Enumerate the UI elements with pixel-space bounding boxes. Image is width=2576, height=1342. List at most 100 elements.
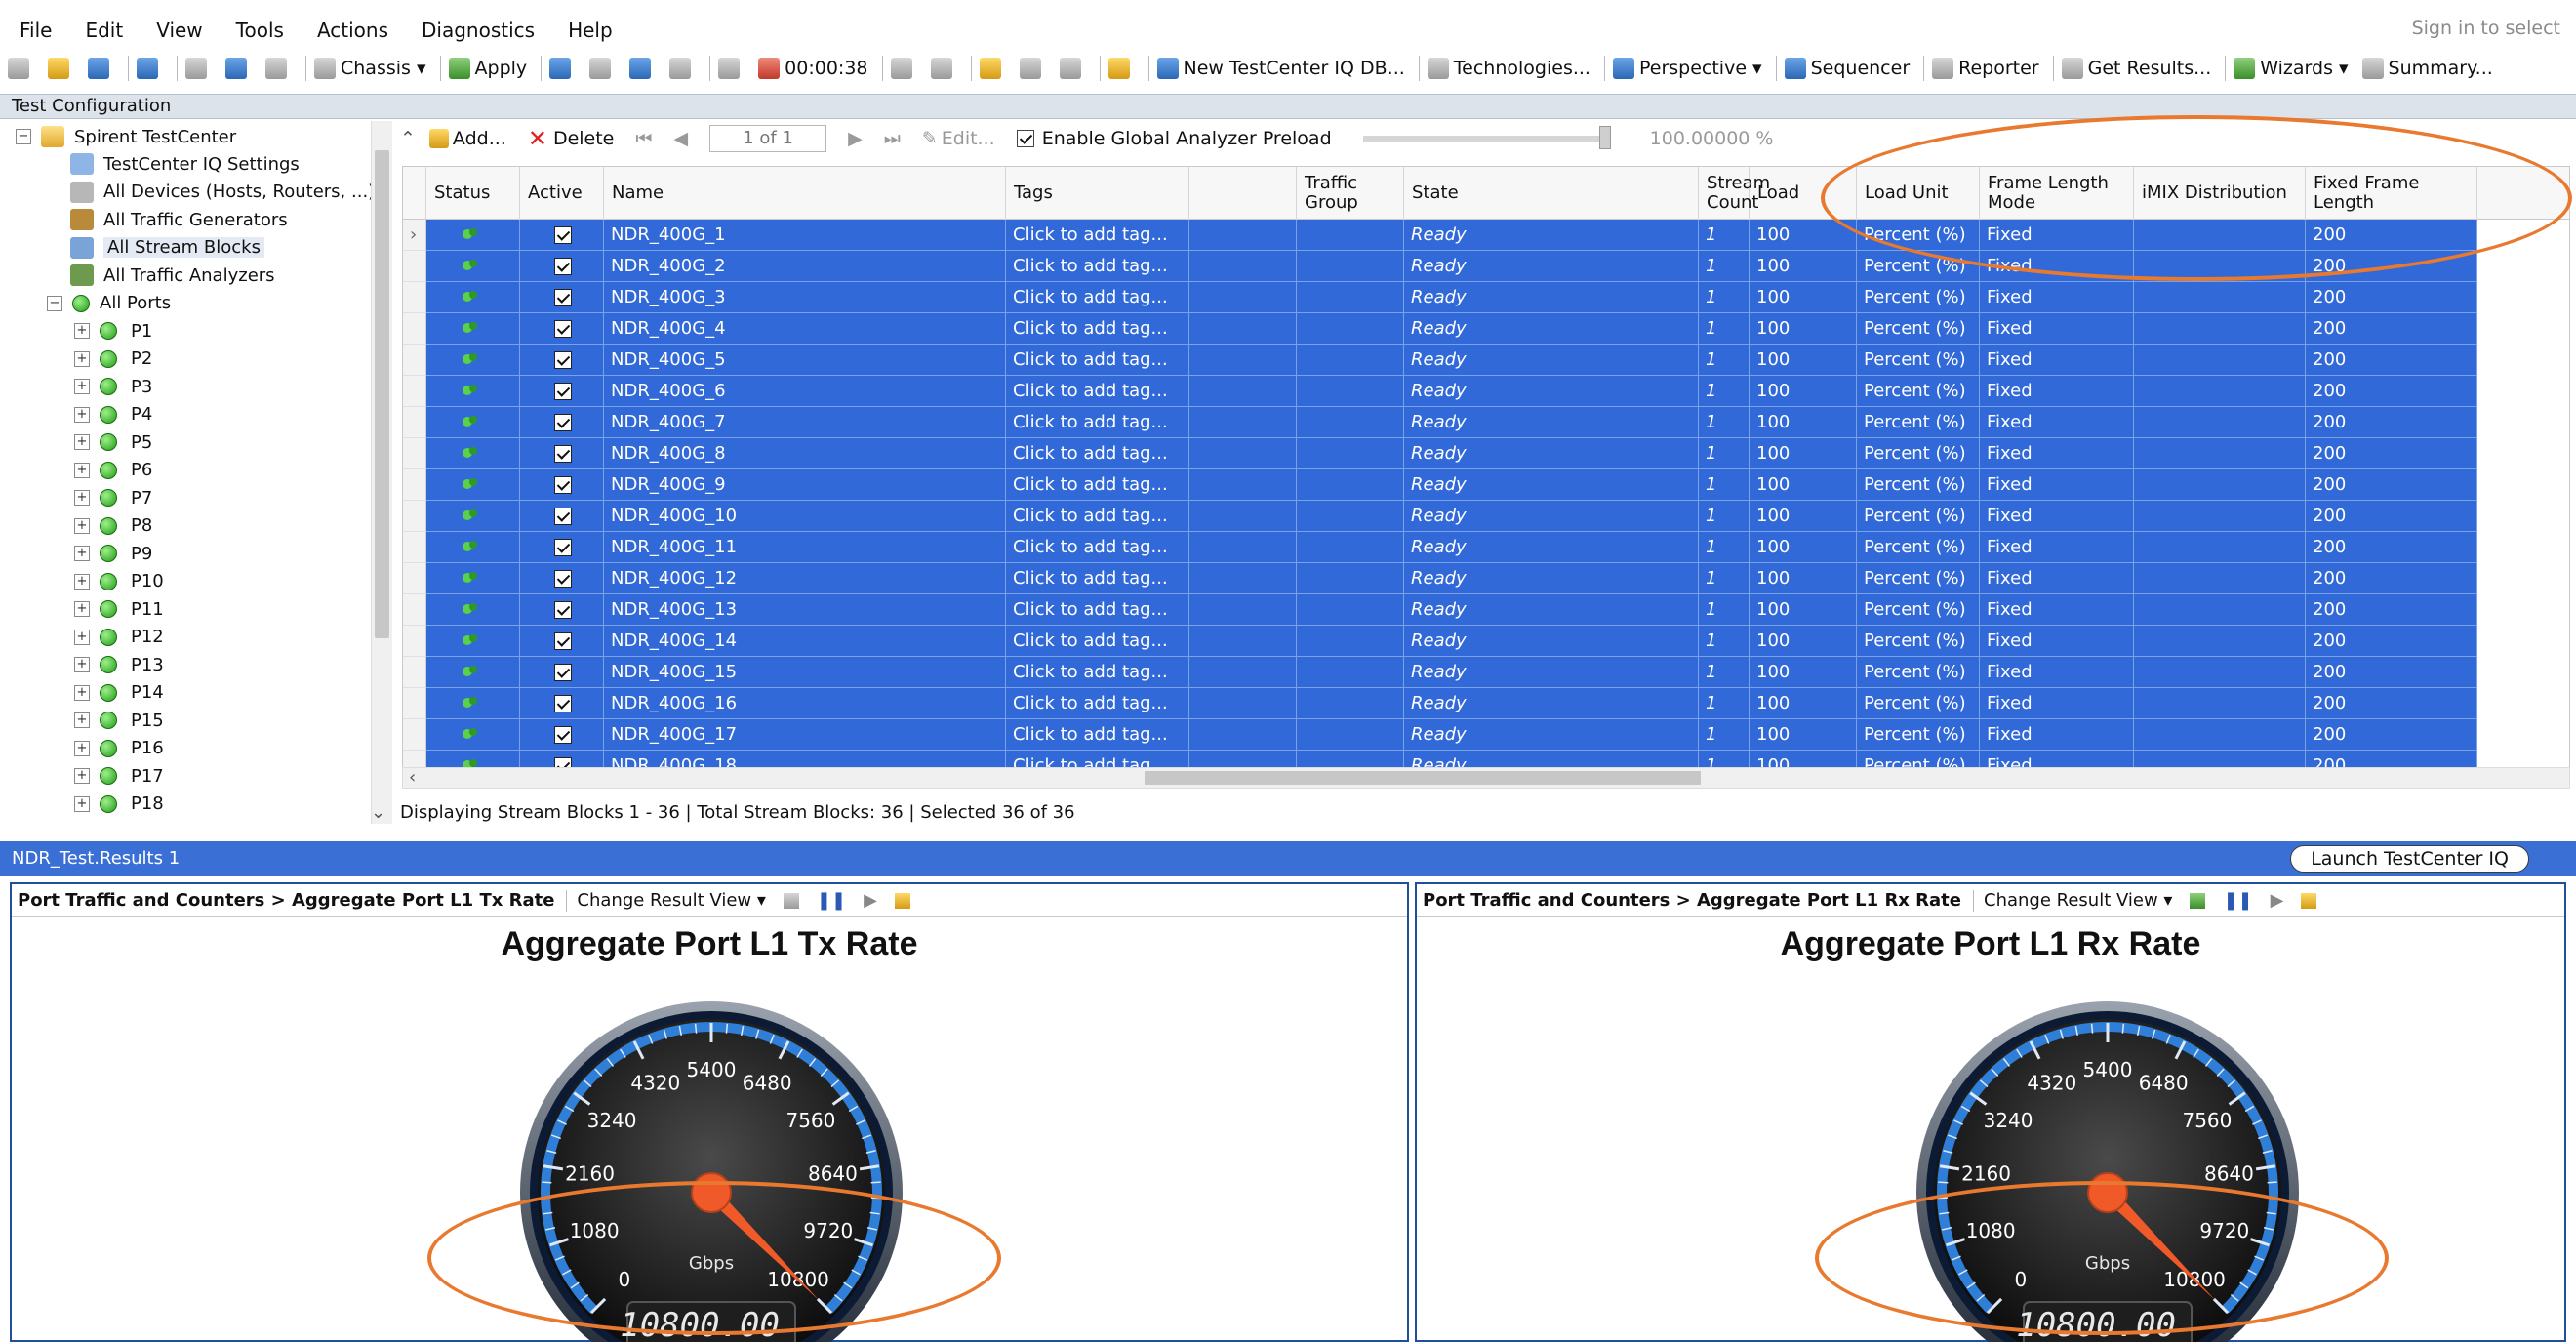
tree-item-port[interactable]: + P9 (74, 540, 152, 567)
tree-scrollbar[interactable] (371, 121, 392, 824)
column-header-active[interactable]: Active (520, 167, 604, 220)
pause-icon[interactable]: ❚❚ (817, 890, 846, 911)
row-selector[interactable] (403, 626, 426, 657)
expand-icon[interactable]: + (74, 350, 90, 367)
row-selector[interactable] (403, 594, 426, 626)
start-traffic-button[interactable] (718, 58, 745, 79)
tx-breadcrumb[interactable]: Port Traffic and Counters > Aggregate Po… (18, 890, 554, 911)
expand-icon[interactable]: + (74, 601, 90, 617)
cell-active[interactable] (520, 251, 604, 282)
tree-item-testcenter-iq-settings[interactable]: TestCenter IQ Settings (70, 150, 300, 178)
tree-item-port[interactable]: + P18 (74, 791, 164, 818)
cell-tags[interactable]: Click to add tag... (1006, 220, 1189, 251)
expand-icon[interactable]: + (74, 434, 90, 450)
column-header-status[interactable]: Status (426, 167, 520, 220)
cell-tags[interactable]: Click to add tag... (1006, 688, 1189, 719)
active-checkbox[interactable] (554, 476, 572, 494)
tree-item-port[interactable]: + P6 (74, 457, 152, 484)
table-row[interactable]: NDR_400G_4 Click to add tag... Ready 1 100 Pe… (403, 313, 2569, 345)
table-row[interactable]: NDR_400G_8 Click to add tag... Ready 1 100 Pe… (403, 438, 2569, 469)
cell-tags[interactable]: Click to add tag... (1006, 626, 1189, 657)
cell-active[interactable] (520, 563, 604, 594)
expand-icon[interactable]: + (74, 323, 90, 339)
open-button[interactable] (48, 58, 74, 79)
cut-button[interactable] (185, 58, 212, 79)
table-row[interactable]: NDR_400G_14 Click to add tag... Ready 1 100 P… (403, 626, 2569, 657)
expand-icon[interactable]: + (74, 657, 90, 672)
expand-icon[interactable]: + (74, 573, 90, 590)
first-page-button[interactable]: ⏮ (635, 128, 652, 149)
sign-in-link[interactable]: Sign in to select (2412, 18, 2560, 39)
active-checkbox[interactable] (554, 601, 572, 619)
table-row[interactable]: NDR_400G_10 Click to add tag... Ready 1 100 P… (403, 501, 2569, 532)
expand-icon[interactable]: + (74, 379, 90, 394)
menu-help[interactable]: Help (568, 19, 613, 42)
last-page-button[interactable]: ⏭ (884, 128, 901, 149)
expand-icon[interactable]: + (74, 795, 90, 812)
clipboard-button[interactable] (1107, 58, 1135, 79)
tree-item-port[interactable]: + P1 (74, 317, 152, 345)
paste-button[interactable] (265, 58, 292, 79)
cell-tags[interactable]: Click to add tag... (1006, 438, 1189, 469)
active-checkbox[interactable] (554, 726, 572, 744)
cell-tags[interactable]: Click to add tag... (1006, 407, 1189, 438)
column-header-traffic-group[interactable]: Traffic Group (1297, 167, 1404, 220)
expand-icon[interactable]: + (74, 684, 90, 701)
cell-active[interactable] (520, 220, 604, 251)
active-checkbox[interactable] (554, 570, 572, 588)
active-checkbox[interactable] (554, 632, 572, 650)
cell-active[interactable] (520, 501, 604, 532)
row-selector[interactable] (403, 657, 426, 688)
cell-active[interactable] (520, 438, 604, 469)
clipboard-icon[interactable] (2301, 892, 2317, 909)
active-checkbox[interactable] (554, 414, 572, 431)
stream-button[interactable] (629, 58, 656, 79)
expand-icon[interactable]: + (74, 740, 90, 756)
cell-active[interactable] (520, 719, 604, 751)
row-selector[interactable] (403, 532, 426, 563)
scroll-left-icon[interactable]: ‹ (409, 767, 416, 788)
table-row[interactable]: NDR_400G_12 Click to add tag... Ready 1 100 P… (403, 563, 2569, 594)
refresh-icon[interactable] (2190, 892, 2206, 909)
row-selector[interactable] (403, 563, 426, 594)
launch-testcenter-iq-button[interactable]: Launch TestCenter IQ (2290, 845, 2529, 873)
row-selector[interactable] (403, 469, 426, 501)
wizards-button[interactable]: Wizards ▾ (2234, 58, 2349, 79)
tree-item-all-ports[interactable]: − All Ports (47, 290, 171, 317)
active-checkbox[interactable] (554, 351, 572, 369)
get-results-button[interactable]: Get Results... (2061, 58, 2211, 79)
active-checkbox[interactable] (554, 289, 572, 306)
refresh-icon[interactable] (783, 892, 799, 909)
rx-breadcrumb[interactable]: Port Traffic and Counters > Aggregate Po… (1423, 890, 1961, 911)
table-row[interactable]: NDR_400G_3 Click to add tag... Ready 1 100 Pe… (403, 282, 2569, 313)
results-tab[interactable]: NDR_Test.Results 1 (12, 848, 180, 869)
technologies-button[interactable]: Technologies... (1427, 58, 1590, 79)
tree-item-all-traffic-analyzers[interactable]: All Traffic Analyzers (70, 262, 275, 289)
cell-tags[interactable]: Click to add tag... (1006, 501, 1189, 532)
cell-tags[interactable]: Click to add tag... (1006, 376, 1189, 407)
tree-item-port[interactable]: + P11 (74, 595, 164, 623)
tree-item-port[interactable]: + P17 (74, 762, 164, 790)
save-all-button[interactable] (137, 58, 163, 79)
tree-item-port[interactable]: + P5 (74, 428, 152, 456)
column-header-state[interactable]: State (1404, 167, 1699, 220)
row-selector[interactable] (403, 345, 426, 376)
expand-icon[interactable]: + (74, 517, 90, 534)
table-row[interactable]: NDR_400G_17 Click to add tag... Ready 1 100 P… (403, 719, 2569, 751)
row-selector[interactable] (403, 251, 426, 282)
cell-active[interactable] (520, 407, 604, 438)
active-checkbox[interactable] (554, 320, 572, 338)
column-header-name[interactable]: Name (604, 167, 1006, 220)
cell-active[interactable] (520, 688, 604, 719)
summary-button[interactable]: Summary... (2361, 58, 2493, 79)
row-selector[interactable] (403, 407, 426, 438)
tree-item-port[interactable]: + P2 (74, 346, 152, 373)
chassis-button[interactable]: Chassis ▾ (314, 58, 426, 79)
menu-view[interactable]: View (156, 19, 202, 42)
tree-item-port[interactable]: + P8 (74, 512, 152, 540)
next-page-button[interactable]: ▶ (848, 128, 863, 149)
change-result-view-button[interactable]: Change Result View ▾ (577, 890, 765, 911)
cell-active[interactable] (520, 282, 604, 313)
expand-icon[interactable]: + (74, 629, 90, 645)
row-selector[interactable] (403, 719, 426, 751)
